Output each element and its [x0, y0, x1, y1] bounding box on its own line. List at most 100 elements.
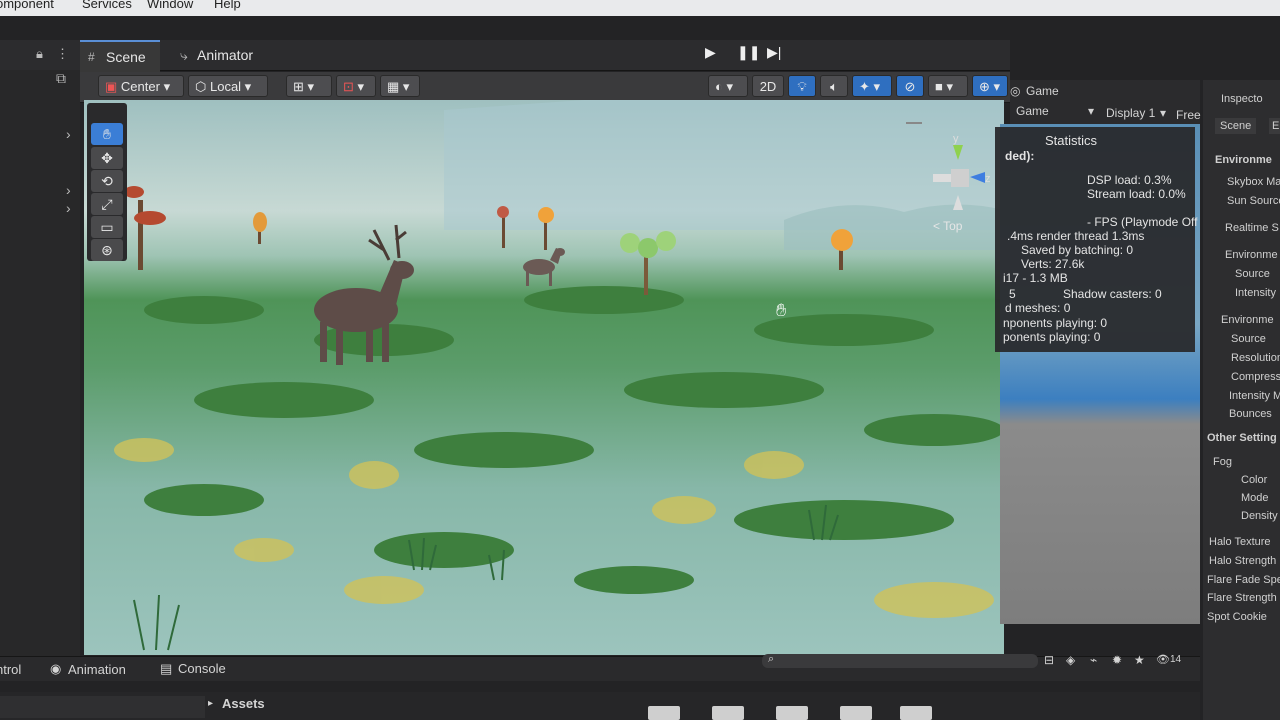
display-dropdown[interactable]: Display 1: [1106, 106, 1155, 120]
tab-animation[interactable]: Animation: [68, 662, 126, 677]
inspector-flare-strength: Flare Strength: [1207, 592, 1277, 604]
stats-meshes: d meshes: 0: [1005, 301, 1071, 315]
project-tree[interactable]: [0, 696, 205, 718]
scene-toolbar: ▣ Center ▾ ⬡ Local ▾ ⊞ ▾ ⊡ ▾ ▦ ▾ ◐ ▾ 2D …: [80, 72, 1010, 103]
game-tab-icon: ◎: [1010, 84, 1021, 98]
folder-icon[interactable]: [712, 706, 744, 720]
transform-tool-palette: ✋︎ ✥ ⟲ ⤢ ▭ ⊛: [87, 103, 127, 261]
play-icon[interactable]: ▶: [705, 44, 716, 61]
inspector-source: Source: [1235, 268, 1270, 280]
visibility-icon[interactable]: ⊘: [896, 75, 924, 97]
stats-line: ded):: [1005, 149, 1035, 163]
inspector-compress: Compress: [1231, 371, 1280, 383]
menu-help[interactable]: Help: [214, 0, 241, 11]
grid-visual-dropdown[interactable]: ▦ ▾: [380, 75, 420, 97]
tab-audio-control[interactable]: ntrol: [0, 662, 21, 677]
search-input[interactable]: ⌕: [762, 653, 1038, 668]
pause-icon[interactable]: ❚❚: [737, 44, 760, 61]
menu-component[interactable]: omponent: [0, 0, 54, 11]
menu-services[interactable]: Services: [82, 0, 132, 11]
expand-arrow-icon[interactable]: ›: [66, 126, 71, 142]
search-tool-icon[interactable]: ⧉: [56, 70, 66, 87]
star-icon[interactable]: ★: [1134, 653, 1145, 667]
deer-small: [523, 248, 565, 286]
stats-render-thread: .4ms render thread 1.3ms: [1007, 229, 1145, 243]
pivot-center-dropdown[interactable]: ▣ Center ▾: [98, 75, 184, 97]
game-view-select[interactable]: Game: [1016, 104, 1049, 118]
drag-handle-icon[interactable]: [906, 122, 922, 124]
tab-game[interactable]: Game: [1026, 84, 1059, 98]
menu-window[interactable]: Window: [147, 0, 193, 11]
tab-animator-label: Animator: [197, 47, 254, 63]
tab-scene[interactable]: # Scene: [80, 40, 160, 72]
rotate-tool-icon[interactable]: ⟲: [91, 170, 123, 192]
tree-left: [124, 186, 166, 270]
visible-layers-icon[interactable]: 👁︎: [1156, 653, 1170, 666]
inspector-panel: Inspecto Scene E Environme Skybox Ma Sun…: [1203, 80, 1280, 720]
inspector-tab-scene[interactable]: Scene: [1215, 118, 1257, 134]
inspector-fog-density: Density: [1241, 510, 1278, 522]
favorite-icon[interactable]: ✹: [1112, 653, 1122, 667]
lock-icon[interactable]: 🔒︎: [36, 46, 43, 62]
rect-tool-icon[interactable]: ▭: [91, 216, 123, 238]
gizmo-down-arm: [953, 195, 963, 210]
transform-tool-icon[interactable]: ⊛: [91, 239, 123, 261]
gizmo-center: [951, 169, 969, 187]
inspector-section-environment[interactable]: Environme: [1215, 154, 1272, 166]
label-icon[interactable]: ◈: [1066, 653, 1075, 667]
assets-breadcrumb[interactable]: Assets: [222, 696, 265, 711]
inspector-environment: Environme: [1225, 249, 1278, 261]
inspector-section-other-settings[interactable]: Other Setting: [1207, 432, 1277, 444]
pivot-local-dropdown[interactable]: ⬡ Local ▾: [188, 75, 268, 97]
expand-arrow-icon[interactable]: ›: [66, 200, 71, 216]
kebab-menu-icon[interactable]: ⋮: [56, 46, 69, 62]
scene-tab-row: # Scene ⤷ Animator 🔒︎ ⋮: [0, 40, 1010, 72]
grid-icon: #: [88, 50, 95, 64]
inspector-resolution: Resolution: [1231, 352, 1280, 364]
draw-mode-dropdown[interactable]: ◐ ▾: [708, 75, 748, 97]
inspector-realtime: Realtime S: [1225, 222, 1279, 234]
pivot-center-label: Center: [120, 79, 160, 94]
gizmo-view-label[interactable]: < Top: [933, 219, 962, 233]
tab-console[interactable]: Console: [178, 661, 226, 676]
audio-icon[interactable]: 🔈︎: [820, 75, 848, 97]
hand-tool-icon[interactable]: ✋︎: [91, 123, 123, 145]
scene-viewport[interactable]: ✋︎: [84, 100, 1004, 655]
pivot-local-label: Local: [209, 79, 242, 94]
inspector-source: Source: [1231, 333, 1266, 345]
scale-tool-icon[interactable]: ⤢: [91, 193, 123, 215]
tag-icon[interactable]: ⌁: [1090, 653, 1097, 667]
shading-icon: ◐: [715, 79, 723, 94]
inspector-bounces: Bounces: [1229, 408, 1272, 420]
gizmos-icon: ⊕: [979, 79, 990, 94]
folder-icon[interactable]: [648, 706, 680, 720]
folder-icon[interactable]: [840, 706, 872, 720]
effects-dropdown[interactable]: ✦ ▾: [852, 75, 892, 97]
camera-dropdown[interactable]: ■ ▾: [928, 75, 968, 97]
orientation-gizmo[interactable]: y z < Top: [925, 133, 995, 235]
stats-memory: i17 - 1.3 MB: [1003, 271, 1068, 285]
expand-arrow-icon[interactable]: ›: [66, 182, 71, 198]
tab-animator[interactable]: ⤷ Animator: [178, 40, 268, 70]
chevron-down-icon: ▾: [1160, 106, 1167, 120]
lighting-icon[interactable]: 💡︎: [788, 75, 816, 97]
folder-icon[interactable]: [900, 706, 932, 720]
scene-render: [114, 100, 1004, 651]
inspector-tab-e[interactable]: E: [1269, 118, 1280, 134]
folder-icon[interactable]: [776, 706, 808, 720]
move-tool-icon[interactable]: ✥: [91, 147, 123, 169]
grid-snap-dropdown[interactable]: ⊞ ▾: [286, 75, 332, 97]
inspector-environment: Environme: [1221, 314, 1274, 326]
stats-components-playing: nponents playing: 0: [1003, 316, 1108, 330]
inspector-title[interactable]: Inspecto: [1221, 93, 1263, 105]
play-controls: ▶ ❚❚ ▶|: [695, 40, 795, 68]
snap-increment-dropdown[interactable]: ⊡ ▾: [336, 75, 376, 97]
layer-count: 14: [1170, 654, 1182, 665]
cube-icon: ⬡: [195, 79, 207, 94]
filter-icon[interactable]: ⊟: [1044, 653, 1054, 667]
chevron-down-icon: ▾: [1088, 104, 1095, 118]
gizmos-dropdown[interactable]: ⊕ ▾: [972, 75, 1008, 97]
step-icon[interactable]: ▶|: [767, 44, 781, 61]
toggle-2d-button[interactable]: 2D: [752, 75, 784, 97]
snap-icon: ⊡: [343, 79, 354, 94]
